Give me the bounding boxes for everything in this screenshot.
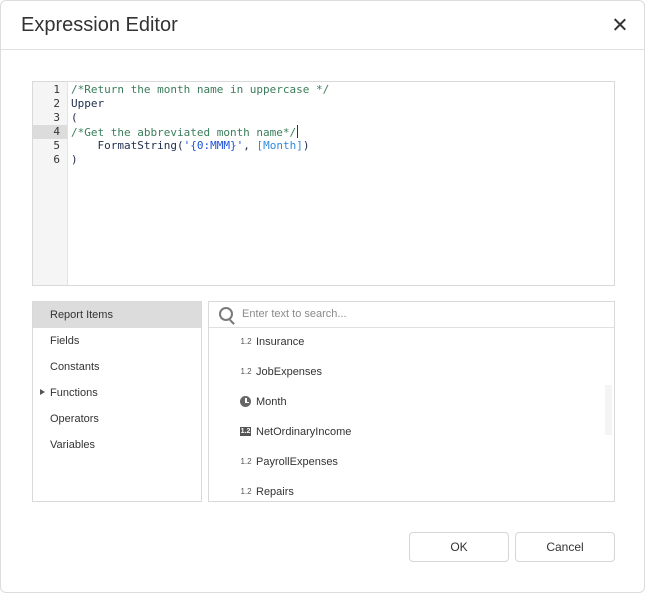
line-number: 4 — [33, 125, 67, 139]
code-token-plain: ( — [71, 111, 78, 124]
number-icon: 1.2 — [240, 336, 252, 348]
item-label: Insurance — [256, 327, 304, 357]
calculated-number-icon: 1.2 — [240, 427, 251, 436]
code-token-plain: Upper — [71, 97, 104, 110]
list-item[interactable]: 1.2 Repairs — [209, 477, 604, 502]
line-number: 6 — [33, 153, 67, 167]
list-item[interactable]: 1.2 NetOrdinaryIncome — [209, 417, 604, 447]
category-label: Constants — [50, 354, 100, 380]
code-token-comment: /*Return the month name in uppercase */ — [71, 83, 329, 96]
search-box — [209, 302, 614, 328]
category-functions[interactable]: Functions — [33, 380, 201, 406]
number-icon: 1.2 — [240, 486, 252, 498]
list-item[interactable]: Month — [209, 387, 604, 417]
item-label: JobExpenses — [256, 357, 322, 387]
expand-arrow-icon[interactable] — [40, 389, 45, 395]
line-number: 2 — [33, 97, 67, 111]
expression-code-editor[interactable]: 123456 /*Return the month name in upperc… — [32, 81, 615, 286]
code-line: /*Get the abbreviated month name*/ — [71, 125, 298, 139]
code-line: FormatString('{0:MMM}', [Month]) — [71, 139, 309, 153]
code-line: ) — [71, 153, 78, 167]
line-number: 5 — [33, 139, 67, 153]
category-variables[interactable]: Variables — [33, 432, 201, 458]
line-number-gutter: 123456 — [33, 82, 68, 285]
category-label: Operators — [50, 406, 99, 432]
item-label: Month — [256, 387, 287, 417]
category-label: Variables — [50, 432, 95, 458]
list-item[interactable]: 1.2 PayrollExpenses — [209, 447, 604, 477]
category-fields[interactable]: Fields — [33, 328, 201, 354]
list-item[interactable]: 1.2 JobExpenses — [209, 357, 604, 387]
search-icon — [219, 307, 233, 321]
code-line: /*Return the month name in uppercase */ — [71, 83, 329, 97]
code-token-plain: ) — [303, 139, 310, 152]
category-list: Report ItemsFieldsConstantsFunctionsOper… — [32, 301, 202, 502]
dialog-title: Expression Editor — [21, 14, 178, 37]
code-token-comment: /*Get the abbreviated month name*/ — [71, 126, 296, 139]
item-label: Repairs — [256, 477, 294, 502]
category-constants[interactable]: Constants — [33, 354, 201, 380]
item-label: NetOrdinaryIncome — [256, 417, 351, 447]
category-label: Report Items — [50, 302, 113, 328]
scrollbar-thumb[interactable] — [605, 385, 612, 435]
text-cursor — [297, 125, 298, 138]
code-line: Upper — [71, 97, 104, 111]
category-report-items[interactable]: Report Items — [33, 302, 201, 328]
code-token-plain: FormatString( — [71, 139, 184, 152]
line-number: 3 — [33, 111, 67, 125]
code-token-string: '{0:MMM}' — [184, 139, 244, 152]
code-line: ( — [71, 111, 78, 125]
list-item[interactable]: 1.2 Insurance — [209, 327, 604, 357]
category-label: Fields — [50, 328, 79, 354]
code-token-plain: , — [243, 139, 256, 152]
close-icon[interactable] — [609, 14, 631, 36]
dialog-header: Expression Editor — [1, 1, 644, 50]
search-input[interactable] — [242, 305, 602, 323]
code-token-field: [Month] — [256, 139, 302, 152]
expression-editor-dialog: Expression Editor 123456 /*Return the mo… — [0, 0, 645, 593]
category-label: Functions — [50, 380, 98, 406]
category-operators[interactable]: Operators — [33, 406, 201, 432]
item-label: PayrollExpenses — [256, 447, 338, 477]
number-icon: 1.2 — [240, 366, 252, 378]
clock-icon — [240, 396, 251, 407]
number-icon: 1.2 — [240, 456, 252, 468]
items-panel: 1.2 Insurance 1.2 JobExpensesMonth 1.2 NetOrd… — [208, 301, 615, 502]
line-number: 1 — [33, 83, 67, 97]
ok-button[interactable]: OK — [409, 532, 509, 562]
cancel-button[interactable]: Cancel — [515, 532, 615, 562]
code-token-plain: ) — [71, 153, 78, 166]
